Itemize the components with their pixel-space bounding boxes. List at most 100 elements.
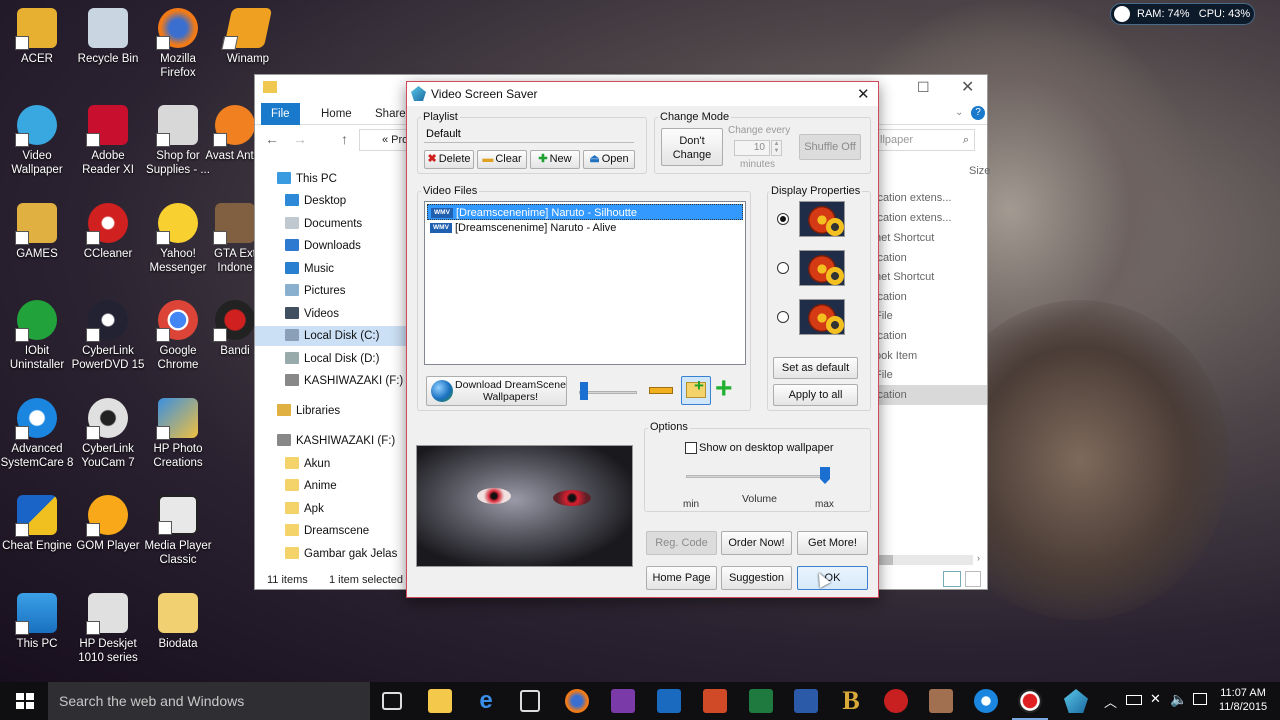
search-box[interactable]: llpaper ⌕ [877, 129, 975, 151]
desktop-icon-biodata[interactable]: Biodata [141, 593, 215, 651]
windows-start-icon[interactable] [16, 693, 34, 709]
excel-icon[interactable] [749, 689, 773, 713]
video-screen-saver-taskbar-icon[interactable] [1064, 689, 1088, 713]
nav-pictures[interactable]: Pictures [285, 281, 346, 301]
taskbar-clock[interactable]: 11:07 AM 11/8/2015 [1219, 686, 1267, 714]
dont-change-button[interactable]: Don't Change [661, 128, 723, 166]
close-icon[interactable]: ✕ [857, 85, 870, 103]
desktop-icon-acer[interactable]: ACER [0, 8, 74, 66]
file-type-cell[interactable]: net Shortcut [875, 232, 934, 244]
display-mode-radio[interactable] [777, 262, 789, 274]
system-monitor-widget[interactable]: RAM: 74% CPU: 43% [1110, 3, 1255, 25]
file-type-cell[interactable]: ication [875, 252, 907, 264]
ok-button[interactable]: OK [797, 566, 868, 590]
nav-music[interactable]: Music [285, 259, 334, 279]
onenote-icon[interactable] [611, 689, 635, 713]
close-icon[interactable]: ✕ [961, 77, 974, 97]
desktop-icon-this-pc[interactable]: This PC [0, 593, 74, 651]
add-folder-button[interactable]: + [681, 376, 711, 405]
new-button[interactable]: ✚ New [530, 150, 580, 169]
scroll-right-icon[interactable]: › [977, 553, 980, 563]
desktop-icon-winamp[interactable]: Winamp [211, 8, 285, 66]
nav-libraries[interactable]: Libraries [277, 401, 340, 421]
list-item[interactable]: WMV [Dreamscenenime] Naruto - Alive [427, 220, 743, 236]
add-video-button[interactable]: + [714, 374, 744, 405]
display-mode-radio[interactable] [777, 311, 789, 323]
remove-video-button[interactable] [646, 378, 676, 403]
volume-icon[interactable]: 🔈 [1170, 691, 1187, 708]
word-icon[interactable] [794, 689, 818, 713]
nav-folder-apk[interactable]: Apk [285, 499, 324, 519]
firefox-taskbar-icon[interactable] [565, 689, 589, 713]
desktop-icon-advanced-systemcare[interactable]: Advanced SystemCare 8 [0, 398, 74, 470]
nav-local-disk-d[interactable]: Local Disk (D:) [285, 349, 379, 369]
position-slider-thumb[interactable] [580, 382, 588, 400]
nav-folder-dreamscene[interactable]: Dreamscene [285, 521, 369, 541]
show-on-desktop-checkbox[interactable] [685, 442, 697, 454]
desktop-icon-iobit[interactable]: IObit Uninstaller [0, 300, 74, 372]
network-icon[interactable]: ✕ [1150, 691, 1161, 707]
desktop-icon-yahoo[interactable]: Yahoo! Messenger [141, 203, 215, 275]
advanced-systemcare-taskbar-icon[interactable] [974, 689, 998, 713]
task-view-icon[interactable] [382, 692, 402, 710]
powerpoint-icon[interactable] [703, 689, 727, 713]
bandicam-taskbar-icon[interactable] [1012, 689, 1048, 720]
nav-videos[interactable]: Videos [285, 304, 339, 324]
nav-desktop[interactable]: Desktop [285, 191, 346, 211]
chevron-down-icon[interactable]: ⌄ [955, 107, 963, 118]
nav-kashiwazaki-f[interactable]: KASHIWAZAKI (F:) [285, 371, 403, 391]
spinner-arrows-icon[interactable]: ▲ ▼ [771, 140, 782, 156]
file-type-cell[interactable]: ook Item [875, 350, 917, 362]
nav-this-pc[interactable]: This PC [277, 169, 337, 189]
taskbar-search-box[interactable]: Search the web and Windows [48, 682, 370, 720]
column-header-size[interactable]: Size [969, 165, 990, 177]
desktop-icon-powerdvd[interactable]: CyberLink PowerDVD 15 [71, 300, 145, 372]
maximize-icon[interactable]: ☐ [917, 79, 930, 96]
delete-button[interactable]: ✖ Delete [424, 150, 474, 169]
desktop-icon-shop-supplies[interactable]: Shop for Supplies - ... [141, 105, 215, 177]
desktop-icon-youcam[interactable]: CyberLink YouCam 7 [71, 398, 145, 470]
reg-code-button[interactable]: Reg. Code [646, 531, 717, 555]
list-item[interactable]: WMV [Dreamscenenime] Naruto - Silhoutte [427, 204, 743, 220]
store-icon[interactable] [520, 690, 540, 712]
file-type-cell[interactable]: ication [875, 291, 907, 303]
avast-taskbar-icon[interactable] [884, 689, 908, 713]
gta-taskbar-icon[interactable] [929, 689, 953, 713]
outlook-icon[interactable] [657, 689, 681, 713]
file-type-cell[interactable]: net Shortcut [875, 271, 934, 283]
download-dreamscene-button[interactable]: Download DreamScene Wallpapers! [426, 376, 567, 406]
open-button[interactable]: ⏏ Open [583, 150, 635, 169]
chevron-up-icon[interactable]: ︿ [1104, 692, 1117, 711]
volume-slider-track[interactable] [686, 475, 830, 478]
nav-local-disk-c[interactable]: Local Disk (C:) [255, 326, 407, 346]
bandicut-icon[interactable]: B [839, 688, 863, 714]
desktop-icon-cheat-engine[interactable]: Cheat Engine [0, 495, 74, 553]
file-type-cell[interactable]: ication extens... [875, 192, 951, 204]
display-mode-radio[interactable] [777, 213, 789, 225]
details-view-icon[interactable] [943, 571, 961, 587]
desktop-icon-ccleaner[interactable]: CCleaner [71, 203, 145, 261]
nav-folder-gambar[interactable]: Gambar gak Jelas [285, 544, 397, 564]
desktop-icon-hp-photo[interactable]: HP Photo Creations [141, 398, 215, 470]
shuffle-button[interactable]: Shuffle Off [799, 134, 861, 160]
file-type-cell[interactable]: ication [875, 330, 907, 342]
set-as-default-button[interactable]: Set as default [773, 357, 858, 379]
desktop-icon-chrome[interactable]: Google Chrome [141, 300, 215, 372]
ribbon-tab-file[interactable]: File [261, 103, 300, 125]
file-explorer-taskbar-icon[interactable] [428, 689, 452, 713]
desktop-icon-games[interactable]: GAMES [0, 203, 74, 261]
ribbon-tab-home[interactable]: Home [311, 103, 362, 125]
nav-folder-anime[interactable]: Anime [285, 476, 337, 496]
display-mode-fit-thumbnail[interactable] [799, 201, 845, 237]
get-more-button[interactable]: Get More! [797, 531, 868, 555]
battery-icon[interactable] [1126, 695, 1142, 705]
up-arrow-icon[interactable]: ↑ [341, 131, 348, 147]
clear-button[interactable]: ▬ Clear [477, 150, 527, 169]
suggestion-button[interactable]: Suggestion [721, 566, 792, 590]
notifications-icon[interactable] [1193, 693, 1207, 705]
video-files-list[interactable]: WMV [Dreamscenenime] Naruto - Silhoutte W… [424, 201, 746, 365]
home-page-button[interactable]: Home Page [646, 566, 717, 590]
desktop-icon-media-player-classic[interactable]: Media Player Classic [141, 495, 215, 567]
desktop-icon-adobe-reader[interactable]: Adobe Reader XI [71, 105, 145, 177]
large-icons-view-icon[interactable] [965, 571, 981, 587]
